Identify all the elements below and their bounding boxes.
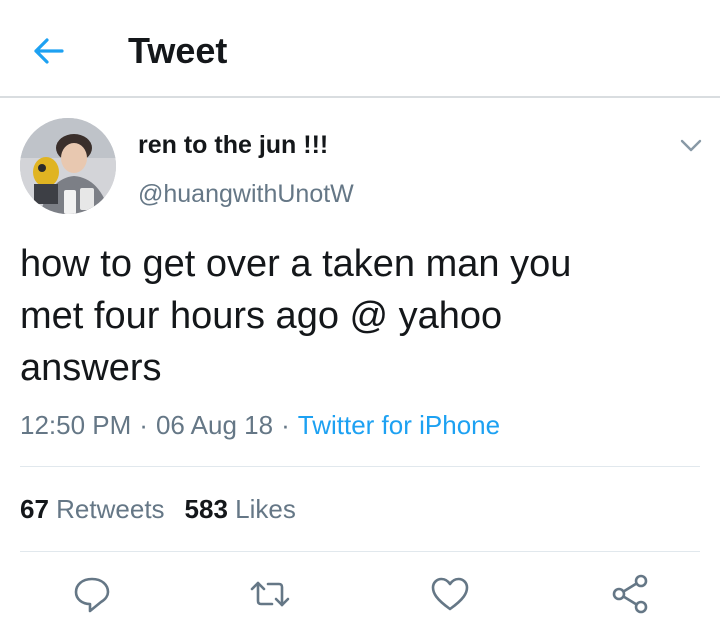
avatar[interactable] xyxy=(20,118,116,214)
share-button[interactable] xyxy=(608,572,652,616)
likes-label: Likes xyxy=(235,494,296,524)
chevron-down-icon xyxy=(680,139,702,152)
arrow-left-icon xyxy=(34,38,64,64)
tweet-text: how to get over a taken man you met four… xyxy=(20,238,680,394)
divider xyxy=(20,551,700,552)
retweets-count: 67 xyxy=(20,494,49,524)
retweets-label: Retweets xyxy=(56,494,165,524)
like-button[interactable] xyxy=(428,572,472,616)
top-bar: Tweet xyxy=(0,0,720,98)
tweet-time: 12:50 PM xyxy=(20,410,132,440)
tweet-text-line: met four hours ago @ yahoo xyxy=(20,295,503,337)
likes-count: 583 xyxy=(184,494,228,524)
tweet-source-link[interactable]: Twitter for iPhone xyxy=(298,410,500,440)
separator: · xyxy=(139,410,148,440)
page-title: Tweet xyxy=(128,30,228,71)
author-handle[interactable]: @huangwithUnotW xyxy=(138,180,354,209)
share-icon xyxy=(612,574,648,614)
likes-stat[interactable]: 583 Likes xyxy=(185,494,296,524)
tweet-options-button[interactable] xyxy=(676,132,706,158)
tweet-text-line: how to get over a taken man you xyxy=(20,243,572,285)
like-icon xyxy=(431,577,469,611)
avatar-photo xyxy=(20,118,116,214)
tweet-metadata: 12:50 PM · 06 Aug 18 · Twitter for iPhone xyxy=(20,410,500,441)
tweet-date: 06 Aug 18 xyxy=(155,410,274,440)
separator: · xyxy=(281,410,290,440)
divider xyxy=(20,466,700,467)
tweet-stats: 67 Retweets 583 Likes xyxy=(20,494,296,525)
tweet-text-line: answers xyxy=(20,347,162,389)
back-button[interactable] xyxy=(30,32,68,70)
reply-icon xyxy=(74,577,110,613)
author-display-name[interactable]: ren to the jun !!! xyxy=(138,131,328,160)
reply-button[interactable] xyxy=(70,572,114,616)
retweets-stat[interactable]: 67 Retweets xyxy=(20,494,165,524)
retweet-icon xyxy=(250,581,290,607)
retweet-button[interactable] xyxy=(248,572,292,616)
